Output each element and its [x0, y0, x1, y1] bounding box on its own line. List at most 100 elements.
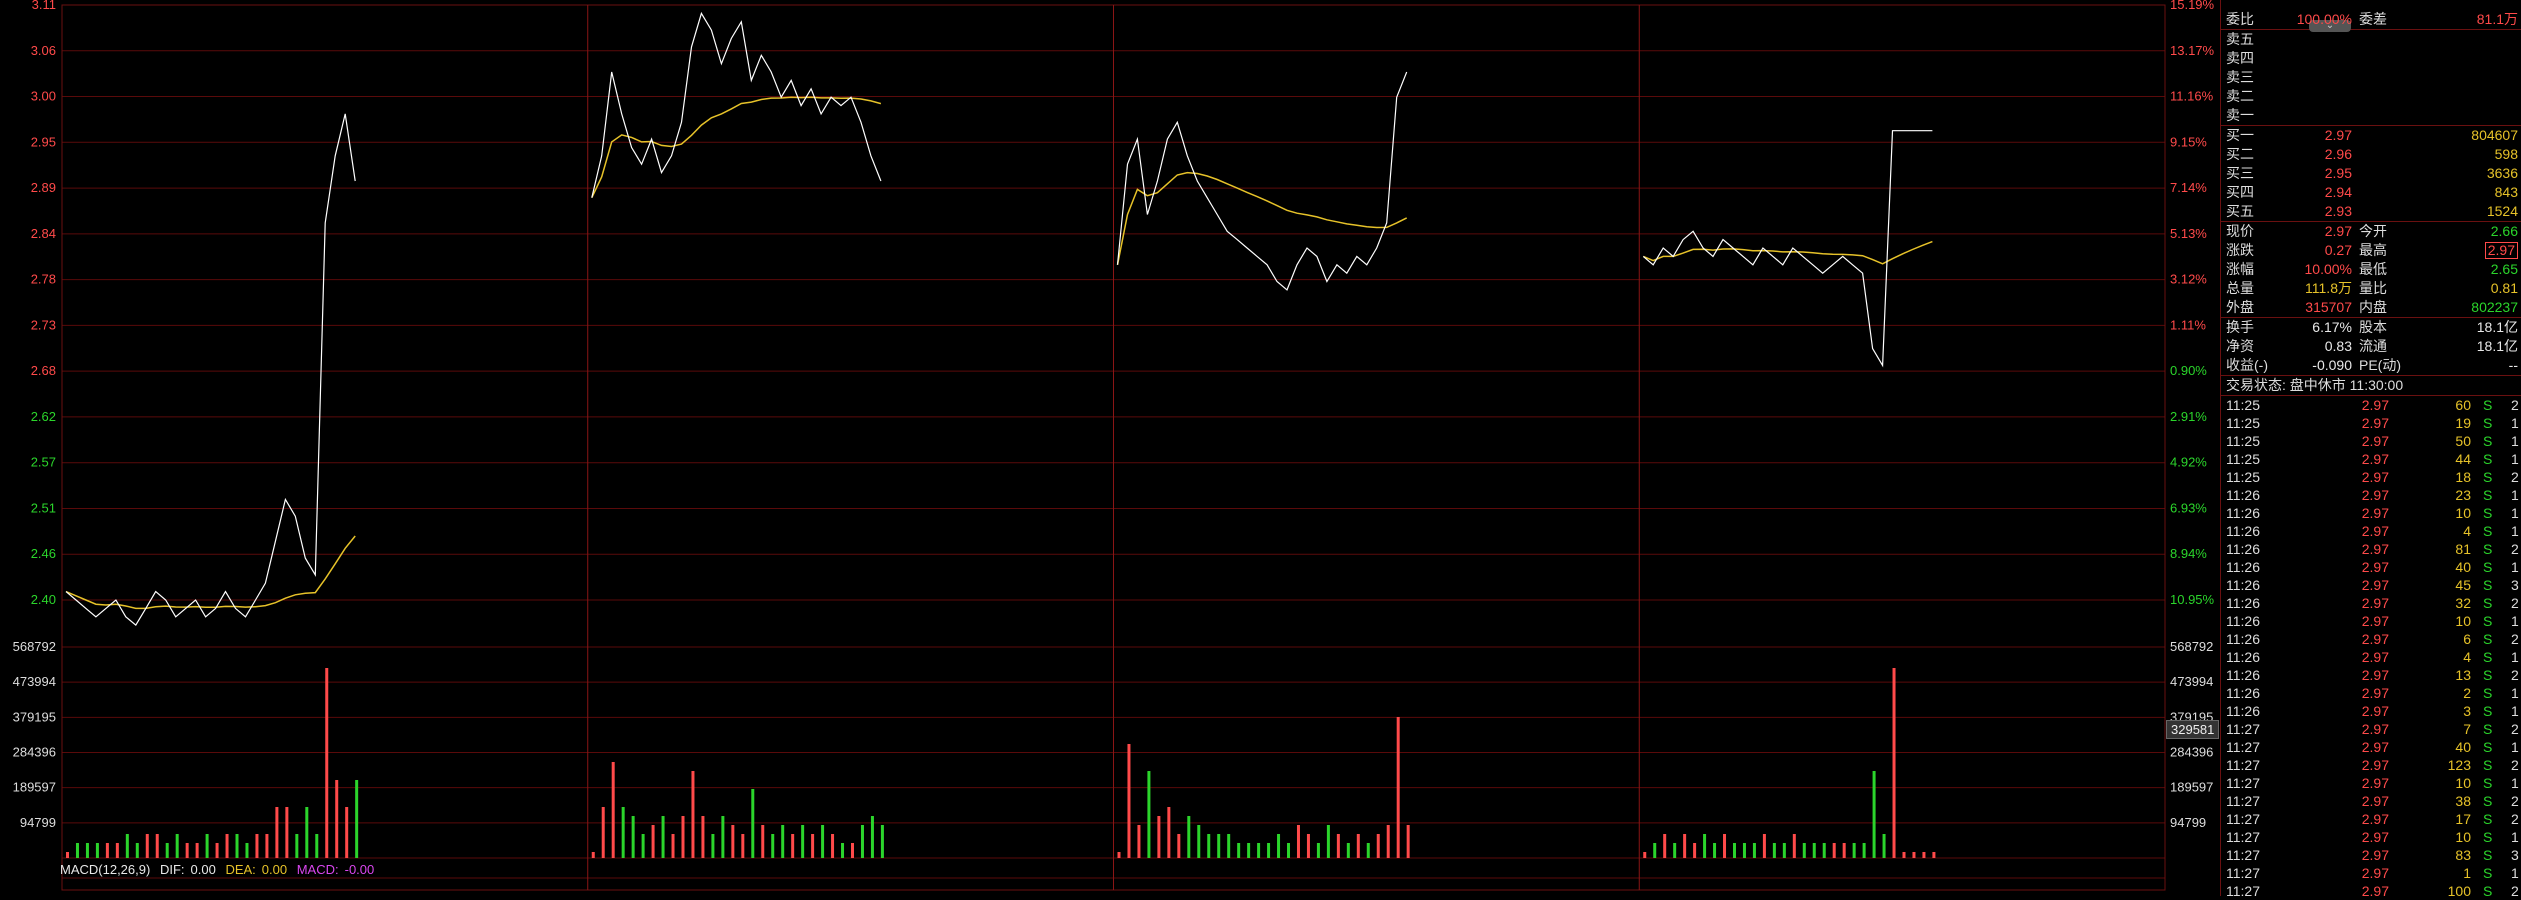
tick-price: 2.97	[2361, 541, 2389, 557]
tick-row: 11:27 2.97 10 S 1	[2221, 774, 2521, 792]
quote-value: 2.97	[2484, 241, 2518, 260]
volume-bar	[1157, 816, 1161, 858]
high-price-box: 2.97	[2484, 242, 2518, 259]
volume-bar	[115, 843, 119, 858]
volume-bar	[771, 834, 775, 858]
quote-value: 0.81	[2490, 280, 2518, 296]
tick-direction: S	[2483, 469, 2493, 485]
volume-axis-label-right: 568792	[2170, 639, 2213, 654]
bid-row: 买五 2.93 1524	[2221, 202, 2521, 221]
tick-direction: S	[2483, 415, 2493, 431]
volume-bar	[591, 852, 595, 858]
tick-price: 2.97	[2361, 577, 2389, 593]
tick-price: 2.97	[2361, 505, 2389, 521]
volume-bar	[1177, 834, 1181, 858]
bid-price: 2.97	[2324, 127, 2352, 143]
tick-volume: 7	[2463, 721, 2471, 737]
volume-bar	[1257, 843, 1261, 858]
pct-axis-label: 2.91%	[2170, 409, 2207, 424]
volume-bar	[1852, 843, 1856, 858]
volume-bar	[1336, 834, 1340, 858]
volume-bar	[1832, 843, 1836, 858]
ask-label: 卖二	[2226, 88, 2254, 104]
tick-count: 2	[2511, 883, 2519, 899]
tick-direction: S	[2483, 757, 2493, 773]
tick-row: 11:26 2.97 40 S 1	[2221, 558, 2521, 576]
bid-volume: 3636	[2486, 165, 2518, 181]
tick-volume: 10	[2455, 505, 2471, 521]
price-axis-label: 2.84	[31, 226, 56, 241]
tick-count: 2	[2511, 631, 2519, 647]
tick-volume: 123	[2447, 757, 2471, 773]
volume-bar	[661, 816, 665, 858]
tick-volume: 10	[2455, 829, 2471, 845]
volume-bar	[1772, 843, 1776, 858]
volume-bar	[1197, 825, 1201, 858]
volume-bar	[1227, 834, 1231, 858]
tick-price: 2.97	[2361, 667, 2389, 683]
ask-book: 卖五 卖四 卖三 卖二 卖一	[2221, 29, 2521, 125]
volume-bar	[1187, 816, 1191, 858]
tick-price: 2.97	[2361, 685, 2389, 701]
pct-axis-label: 15.19%	[2170, 0, 2215, 12]
pct-axis-label: 13.17%	[2170, 43, 2215, 58]
tick-time: 11:25	[2226, 397, 2260, 413]
tick-direction: S	[2483, 613, 2493, 629]
tick-volume: 6	[2463, 631, 2471, 647]
tick-time: 11:26	[2226, 685, 2260, 701]
volume-bar	[1356, 834, 1360, 858]
volume-bar	[1316, 843, 1320, 858]
volume-bar	[1752, 843, 1756, 858]
intraday-chart[interactable]: 3.11 3.06 3.00 2.95 2.89 2.84 2.78 2.73 2.68 2.62…	[0, 0, 2220, 896]
price-line	[1116, 71, 1408, 291]
volume-bar	[781, 825, 785, 858]
tick-count: 1	[2511, 775, 2519, 791]
tick-volume: 18	[2455, 469, 2471, 485]
weibi-label: 委比	[2226, 11, 2254, 27]
stats-label: 股本	[2359, 319, 2387, 335]
volume-bar	[1713, 843, 1717, 858]
macd-title: MACD(12,26,9)	[60, 862, 151, 877]
tick-volume: 100	[2447, 883, 2471, 899]
volume-bar	[870, 816, 874, 858]
bid-volume: 804607	[2471, 127, 2518, 143]
volume-bar	[225, 834, 229, 858]
tick-price: 2.97	[2361, 721, 2389, 737]
weicha-value: 81.1万	[2476, 11, 2518, 27]
volume-bar	[1792, 834, 1796, 858]
tick-row: 11:26 2.97 4 S 1	[2221, 522, 2521, 540]
tick-list[interactable]: 11:25 2.97 60 S 2 11:25 2.97 19 S 1 11:25 2.97 50 S 1 1…	[2221, 395, 2521, 900]
volume-bar	[1127, 744, 1131, 858]
volume-bar	[1862, 843, 1866, 858]
volume-axis-label-right: 284396	[2170, 745, 2213, 760]
volume-bar	[155, 834, 159, 858]
bid-price: 2.96	[2324, 146, 2352, 162]
bid-label: 买一	[2226, 127, 2254, 143]
tick-time: 11:26	[2226, 667, 2260, 683]
stats-label: 换手	[2226, 319, 2254, 335]
tick-price: 2.97	[2361, 811, 2389, 827]
tick-price: 2.97	[2361, 775, 2389, 791]
tick-row: 11:25 2.97 44 S 1	[2221, 450, 2521, 468]
tick-volume: 44	[2455, 451, 2471, 467]
quote-label: 最低	[2359, 261, 2387, 277]
tick-row: 11:26 2.97 4 S 1	[2221, 648, 2521, 666]
volume-bar	[1217, 834, 1221, 858]
price-line	[1642, 130, 1933, 368]
ask-row: 卖一	[2221, 106, 2521, 125]
tick-direction: S	[2483, 505, 2493, 521]
bid-volume: 843	[2494, 184, 2518, 200]
tick-direction: S	[2483, 595, 2493, 611]
tick-time: 11:26	[2226, 523, 2260, 539]
tick-count: 1	[2511, 613, 2519, 629]
tick-time: 11:26	[2226, 577, 2260, 593]
intraday-chart-area[interactable]: 3.11 3.06 3.00 2.95 2.89 2.84 2.78 2.73 2.68 2.62…	[0, 0, 2220, 896]
volume-bar	[235, 834, 239, 858]
tick-count: 1	[2511, 415, 2519, 431]
tick-time: 11:26	[2226, 595, 2260, 611]
tick-count: 3	[2511, 847, 2519, 863]
volume-axis-label: 94799	[20, 815, 56, 830]
macd-value-label: MACD:	[296, 862, 339, 877]
volume-bar	[275, 807, 279, 858]
volume-bar	[1237, 843, 1241, 858]
